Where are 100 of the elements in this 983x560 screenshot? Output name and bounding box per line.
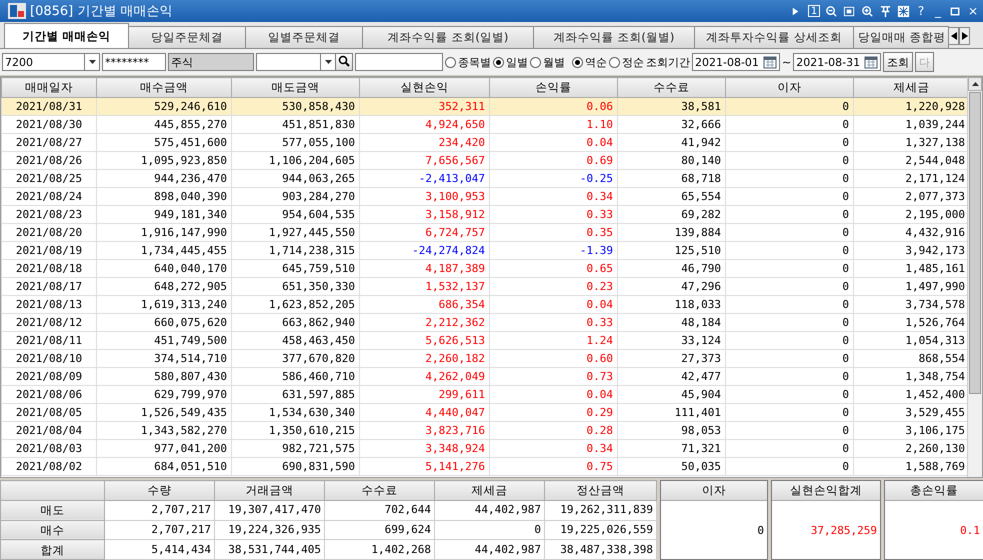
query-button[interactable]: 조회 [883, 52, 914, 72]
table-cell: 1,619,313,240 [96, 296, 232, 314]
tab[interactable]: 기간별 매매손익 [4, 23, 129, 48]
tab[interactable]: 계좌수익률 조회(월별) [533, 26, 695, 48]
table-cell: 580,807,430 [96, 368, 232, 386]
table-cell: 2021/08/10 [2, 350, 96, 368]
table-cell: 3,823,716 [360, 422, 490, 440]
table-cell: 125,510 [618, 242, 726, 260]
maximize-icon[interactable] [949, 4, 962, 18]
scroll-left-button[interactable] [948, 27, 959, 45]
table-cell: 50,035 [618, 458, 726, 476]
page-number-button[interactable]: 1 [808, 5, 820, 17]
search-button[interactable] [335, 53, 353, 71]
tab[interactable]: 계좌투자수익률 상세조회 [694, 26, 854, 48]
table-cell: 2021/08/06 [2, 386, 96, 404]
column-header[interactable]: 제세금 [854, 78, 967, 98]
table-cell: 0.33 [490, 314, 618, 332]
radio-button[interactable] [445, 56, 456, 68]
table-cell: -1.39 [490, 242, 618, 260]
table-cell: 629,799,970 [96, 386, 232, 404]
table-cell: 38,531,744,405 [214, 540, 324, 560]
calendar-icon[interactable] [763, 55, 777, 69]
table-cell: 1,106,204,605 [232, 152, 360, 170]
table-cell: -2,413,047 [360, 170, 490, 188]
table-cell: 2021/08/13 [2, 296, 96, 314]
range-separator: ~ [782, 56, 792, 68]
date-field[interactable]: 2021-08-31 [793, 53, 882, 71]
table-cell: 44,402,987 [434, 500, 544, 520]
search-icon[interactable] [338, 54, 350, 66]
caret-icon[interactable] [324, 60, 332, 64]
date-field[interactable]: 2021-08-01 [692, 53, 780, 71]
table-cell: 0.69 [490, 152, 618, 170]
table-cell: 684,051,510 [96, 458, 232, 476]
table-cell: 2021/08/19 [2, 242, 96, 260]
calendar-icon[interactable] [864, 55, 878, 69]
table-cell: 1,343,582,270 [96, 422, 232, 440]
zoom-in-icon[interactable] [861, 4, 874, 18]
table-cell: 699,624 [324, 520, 434, 540]
column-header[interactable]: 매도금액 [232, 78, 360, 98]
account-dropdown[interactable]: 7200 [2, 53, 100, 71]
pin-icon[interactable] [879, 4, 892, 18]
table-cell: 0 [726, 206, 854, 224]
column-header[interactable]: 매매일자 [2, 78, 96, 98]
password-field[interactable]: ******** [102, 53, 166, 71]
table-cell: 445,855,270 [96, 116, 232, 134]
minimize-button[interactable]: _ [932, 4, 944, 18]
column-header[interactable]: 이자 [726, 78, 854, 98]
table-cell: 1,220,928 [854, 98, 967, 116]
column-header[interactable]: 매수금액 [96, 78, 232, 98]
table-cell: 660,075,620 [96, 314, 232, 332]
table-cell: 0.73 [490, 368, 618, 386]
table-cell: 1,927,445,550 [232, 224, 360, 242]
table-cell: 645,759,510 [232, 260, 360, 278]
scrollbar[interactable] [967, 77, 982, 477]
column-header[interactable]: 손익률 [490, 78, 618, 98]
left-arrow-icon[interactable] [950, 32, 956, 40]
grid-icon[interactable] [897, 4, 910, 18]
table-cell: 0.04 [490, 386, 618, 404]
zoom-out-icon[interactable] [825, 4, 838, 18]
table-cell: 0.75 [490, 458, 618, 476]
radio-button[interactable] [572, 56, 583, 68]
up-arrow-icon[interactable] [972, 82, 978, 86]
table-cell: 2021/08/30 [2, 116, 96, 134]
column-header[interactable]: 실현손익 [360, 78, 490, 98]
table-cell: 3,158,912 [360, 206, 490, 224]
table-cell: 47,296 [618, 278, 726, 296]
tab[interactable]: 당일주문체결 [128, 26, 246, 48]
close-button[interactable]: × [967, 4, 979, 18]
tab[interactable]: 계좌수익률 조회(일별) [362, 26, 534, 48]
radio-button[interactable] [609, 56, 620, 68]
table-cell: 0 [726, 224, 854, 242]
tab[interactable]: 당일매매 종합평 [853, 26, 949, 48]
column-header[interactable]: 수수료 [618, 78, 726, 98]
help-button[interactable]: ? [915, 4, 927, 18]
radio-button[interactable] [493, 56, 504, 68]
stock-code-dropdown[interactable] [256, 53, 336, 71]
table-cell: 27,373 [618, 350, 726, 368]
table-cell: 374,514,710 [96, 350, 232, 368]
table-cell: 1,402,268 [324, 540, 434, 560]
table-cell: 1,095,923,850 [96, 152, 232, 170]
table-cell: 2,212,362 [360, 314, 490, 332]
table-cell: 42,477 [618, 368, 726, 386]
radio-label: 정순 [622, 54, 644, 70]
window-icon[interactable] [843, 4, 856, 18]
table-cell: 577,055,100 [232, 134, 360, 152]
table-cell: 0 [434, 520, 544, 540]
table-cell: 640,040,170 [96, 260, 232, 278]
radio-button[interactable] [530, 56, 541, 68]
table-cell: 0 [726, 314, 854, 332]
table-cell: 0 [726, 422, 854, 440]
table-cell: 1,534,630,340 [232, 404, 360, 422]
caret-icon[interactable] [88, 60, 96, 64]
table-cell: 118,033 [618, 296, 726, 314]
scroll-right-button[interactable] [959, 27, 970, 45]
table-cell: 0 [726, 458, 854, 476]
right-arrow-icon[interactable] [962, 32, 968, 40]
row-header: 합계 [0, 540, 104, 560]
tab[interactable]: 일별주문체결 [245, 26, 363, 48]
table-cell: 0.35 [490, 224, 618, 242]
table-cell: 2021/08/26 [2, 152, 96, 170]
